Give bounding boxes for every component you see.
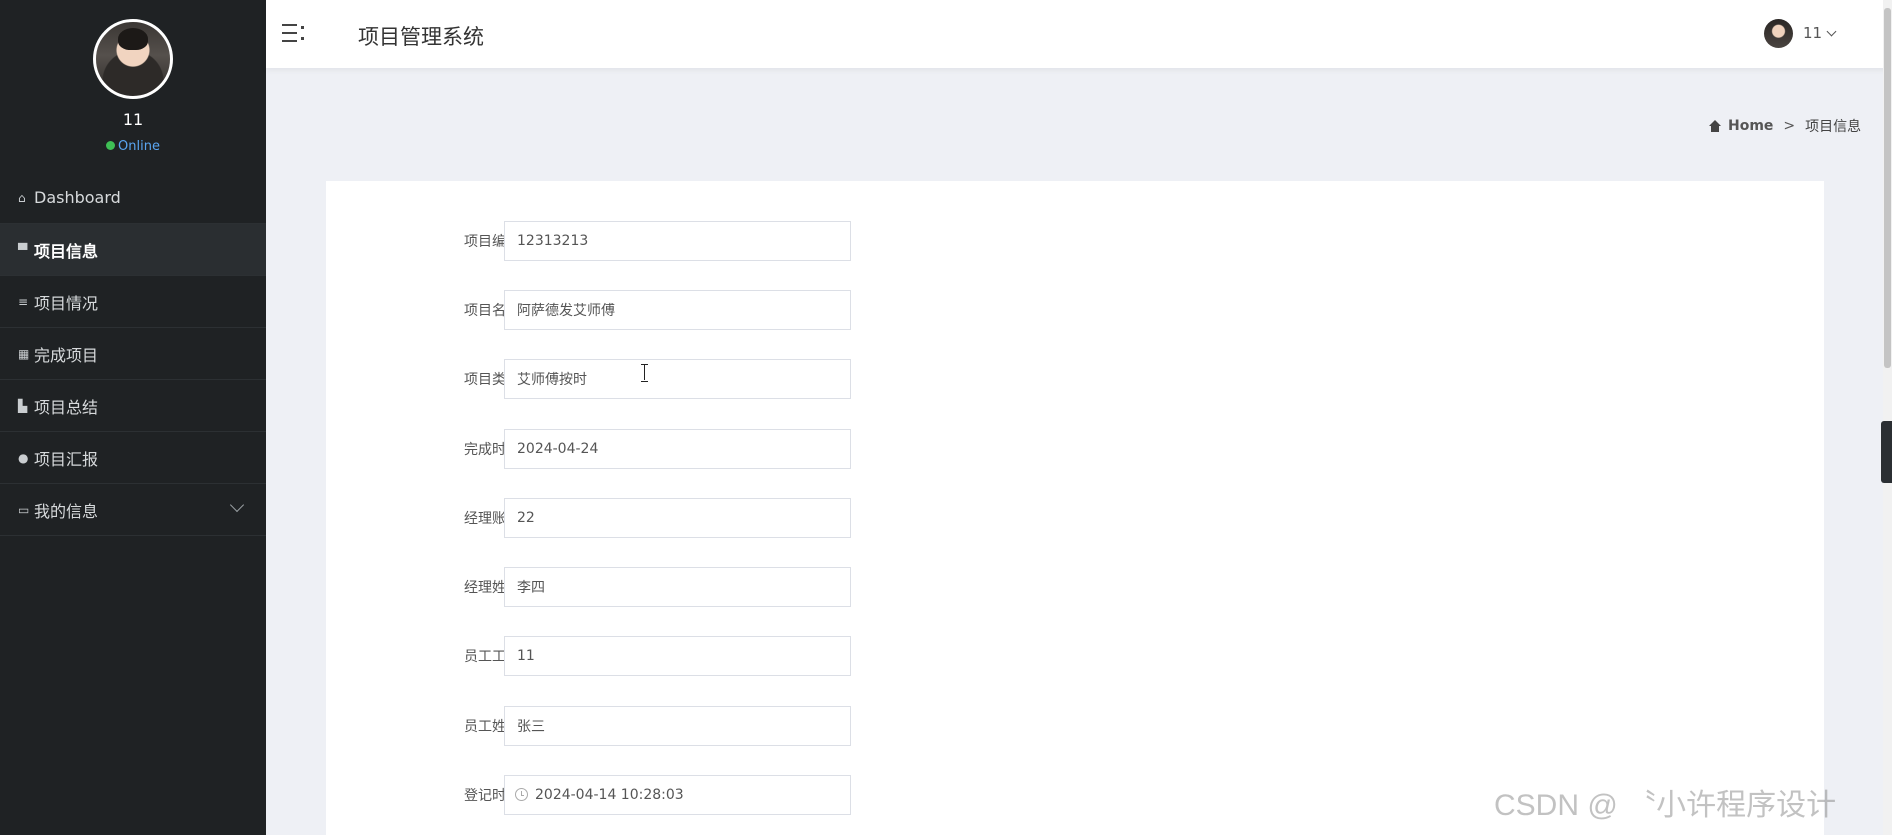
home-icon: ⌂	[18, 190, 26, 205]
user-icon: ●	[18, 450, 29, 465]
menu-toggle-icon[interactable]	[282, 22, 306, 44]
app-title: 项目管理系统	[358, 25, 484, 49]
field-label: 项目名称	[464, 303, 520, 319]
manager-account-field[interactable]	[504, 498, 851, 538]
sidebar-item-my-info[interactable]: ▭ 我的信息	[0, 484, 266, 536]
sidebar-item-label: 我的信息	[34, 501, 99, 521]
text-cursor-icon	[640, 364, 648, 382]
sidebar-item-label: 项目总结	[34, 397, 99, 417]
field-label: 完成时间	[464, 442, 520, 458]
breadcrumb-separator: >	[1783, 118, 1796, 134]
sidebar: 11 Online ⌂ Dashboard ▀ 项目信息 ≡ 项目情况 ▦ 完成…	[0, 0, 266, 835]
sidebar-user-name: 11	[122, 110, 144, 129]
employee-no-field[interactable]	[504, 636, 851, 676]
watermark: CSDN @ 〝小许程序设计	[1494, 789, 1837, 822]
header-user-name[interactable]: 11	[1803, 24, 1822, 42]
list-icon: ≡	[18, 294, 29, 309]
sidebar-item-dashboard[interactable]: ⌂ Dashboard	[0, 172, 266, 224]
online-dot-icon	[106, 141, 116, 150]
sidebar-item-project-status[interactable]: ≡ 项目情况	[0, 276, 266, 328]
grid-icon: ▦	[18, 346, 30, 361]
completion-time-field[interactable]	[504, 429, 851, 469]
sidebar-item-label: Dashboard	[34, 188, 121, 207]
breadcrumb-current: 项目信息	[1805, 119, 1862, 135]
breadcrumb-home-link[interactable]: Home	[1728, 118, 1773, 134]
breadcrumb: Home > 项目信息	[1708, 116, 1861, 136]
field-label: 员工工号	[464, 649, 520, 665]
field-label: 登记时间	[464, 788, 520, 804]
profile: 11 Online	[0, 0, 266, 172]
field-label: 项目类型	[464, 372, 520, 388]
sidebar-item-project-summary[interactable]: ▙ 项目总结	[0, 380, 266, 432]
avatar[interactable]	[93, 19, 173, 99]
sidebar-item-project-report[interactable]: ● 项目汇报	[0, 432, 266, 484]
field-label: 经理姓名	[464, 580, 520, 596]
project-type-field[interactable]	[504, 359, 851, 399]
top-header: 项目管理系统 11	[266, 0, 1892, 68]
clock-icon	[515, 788, 528, 801]
card-icon: ▭	[18, 502, 30, 517]
field-label: 项目编号	[464, 234, 520, 250]
home-icon	[1708, 120, 1722, 132]
project-info-form: 项目编号 项目名称 项目类型 完成时间 经理账号 经理姓名 员工工号 员工姓名 …	[326, 181, 1824, 835]
sidebar-item-label: 项目汇报	[34, 449, 99, 469]
field-label: 员工姓名	[464, 719, 520, 735]
status-text: Online	[118, 139, 160, 154]
sidebar-item-project-info[interactable]: ▀ 项目信息	[0, 224, 266, 276]
monitor-icon: ▀	[18, 242, 28, 257]
project-no-field[interactable]	[504, 221, 851, 261]
sidebar-item-label: 项目情况	[34, 293, 99, 313]
sidebar-item-label: 项目信息	[34, 241, 99, 261]
chevron-down-icon[interactable]	[229, 497, 245, 513]
side-panel-handle[interactable]	[1881, 421, 1892, 483]
chart-icon: ▙	[18, 398, 28, 413]
status-badge: Online	[0, 139, 266, 154]
project-name-field[interactable]	[504, 290, 851, 330]
chevron-down-icon[interactable]	[1826, 26, 1837, 37]
employee-name-field[interactable]	[504, 706, 851, 746]
field-label: 经理账号	[464, 511, 520, 527]
sidebar-item-label: 完成项目	[34, 345, 99, 365]
manager-name-field[interactable]	[504, 567, 851, 607]
sidebar-item-completed-projects[interactable]: ▦ 完成项目	[0, 328, 266, 380]
header-avatar[interactable]	[1764, 19, 1793, 48]
scrollbar-thumb[interactable]	[1884, 8, 1891, 368]
register-time-field[interactable]	[504, 775, 851, 815]
